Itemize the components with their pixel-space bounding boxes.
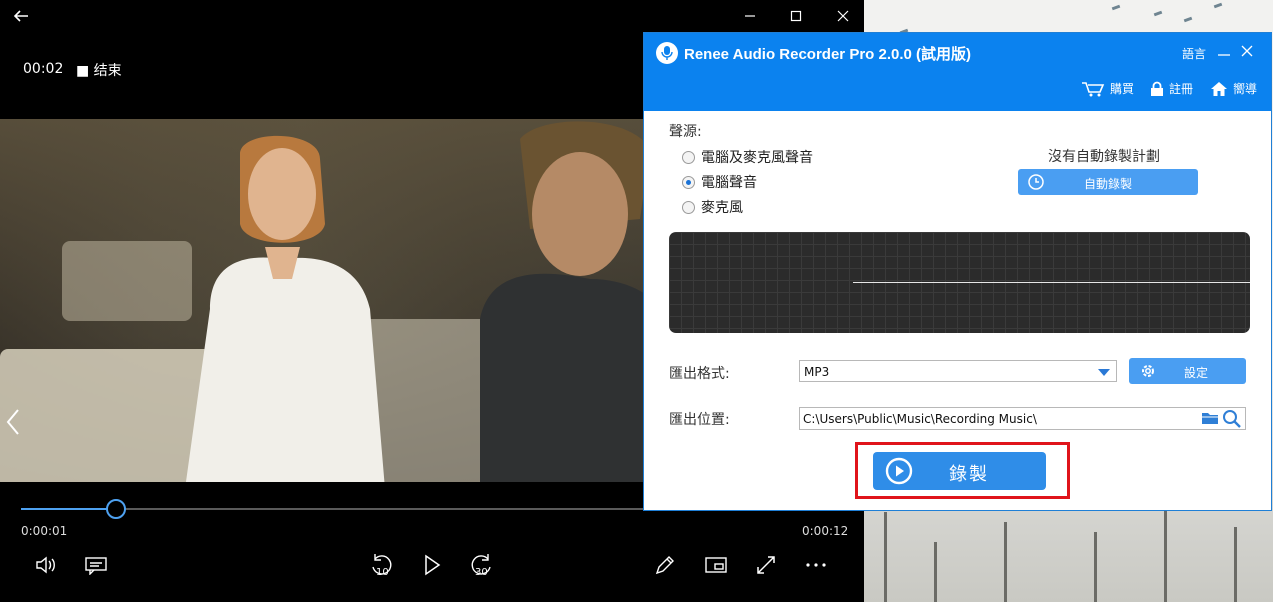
skip-back-icon[interactable]: 10 — [366, 550, 396, 580]
app-title: Renee Audio Recorder Pro 2.0.0 (試用版) — [684, 46, 972, 63]
format-dropdown[interactable]: MP3 — [799, 360, 1117, 382]
location-label: 匯出位置: — [669, 412, 730, 428]
skip-back-seconds: 10 — [376, 567, 389, 578]
audio-recorder-window: Renee Audio Recorder Pro 2.0.0 (試用版) 語言 … — [643, 32, 1272, 511]
format-label: 匯出格式: — [669, 366, 730, 382]
maximize-button[interactable] — [784, 4, 808, 28]
output-path-input[interactable] — [803, 410, 1193, 427]
waveform-display — [669, 232, 1250, 333]
wallpaper-grass — [884, 512, 887, 602]
auto-record-label: 自動錄製 — [1083, 177, 1132, 191]
current-time: 0:00:01 — [21, 524, 68, 538]
source-option-computer-and-mic[interactable]: 電腦及麥克風聲音 — [682, 147, 813, 167]
wallpaper-grass — [1164, 507, 1167, 602]
volume-icon[interactable] — [31, 550, 61, 580]
more-options-icon[interactable] — [801, 550, 831, 580]
home-icon — [1211, 81, 1227, 96]
skip-forward-seconds: 30 — [475, 567, 488, 578]
recorder-header: Renee Audio Recorder Pro 2.0.0 (試用版) 語言 … — [644, 33, 1271, 111]
previous-chevron-icon[interactable] — [2, 404, 24, 440]
buy-link[interactable]: 購買 — [1081, 80, 1134, 97]
auto-record-button[interactable]: 自動錄製 — [1018, 169, 1198, 195]
format-value: MP3 — [804, 365, 830, 379]
guide-label: 嚮導 — [1233, 82, 1258, 96]
wallpaper-bird — [1213, 2, 1223, 9]
wallpaper-bird — [1183, 16, 1193, 23]
wallpaper-bird — [1111, 4, 1121, 11]
stop-recording-button[interactable]: ■ 结束 — [76, 60, 122, 80]
back-arrow-icon[interactable] — [9, 4, 33, 28]
microphone-logo-icon — [656, 42, 678, 64]
search-icon[interactable] — [1222, 409, 1242, 429]
play-icon[interactable] — [417, 550, 447, 580]
seek-bar-fill — [21, 508, 117, 510]
gear-icon — [1142, 365, 1154, 377]
source-option-label: 電腦聲音 — [701, 175, 757, 191]
edit-pencil-icon[interactable] — [650, 550, 680, 580]
recording-timer: 00:02 — [23, 61, 64, 77]
close-button[interactable] — [831, 4, 855, 28]
guide-link[interactable]: 嚮導 — [1210, 80, 1257, 97]
waveform-signal-line — [853, 282, 1250, 283]
source-option-computer[interactable]: 電腦聲音 — [682, 172, 757, 192]
folder-icon[interactable] — [1201, 410, 1219, 426]
minimize-button[interactable] — [738, 4, 762, 28]
wallpaper-grass — [1094, 532, 1097, 602]
subtitles-icon[interactable] — [81, 550, 111, 580]
source-option-label: 麥克風 — [701, 200, 743, 216]
buy-label: 購買 — [1110, 82, 1135, 96]
record-label: 錄製 — [949, 464, 989, 485]
register-link[interactable]: 註冊 — [1150, 80, 1193, 97]
radio-button[interactable] — [682, 200, 695, 214]
cart-icon — [1082, 81, 1105, 96]
minimize-icon[interactable] — [1216, 41, 1232, 61]
register-label: 註冊 — [1169, 82, 1194, 96]
wallpaper-grass — [1234, 527, 1237, 602]
fullscreen-icon[interactable] — [751, 550, 781, 580]
settings-button[interactable]: 設定 — [1129, 358, 1246, 384]
skip-forward-icon[interactable]: 30 — [467, 550, 497, 580]
wallpaper-grass — [1004, 522, 1007, 602]
lock-icon — [1151, 81, 1163, 96]
schedule-status: 沒有自動錄製計劃 — [1048, 149, 1160, 165]
radio-button[interactable] — [682, 150, 695, 164]
dropdown-arrow-icon — [1098, 369, 1110, 376]
output-path-field[interactable] — [799, 407, 1246, 430]
source-label: 聲源: — [669, 124, 702, 140]
settings-label: 設定 — [1184, 366, 1209, 380]
seek-bar-thumb[interactable] — [106, 499, 127, 519]
woman-figure — [185, 135, 385, 482]
source-option-label: 電腦及麥克風聲音 — [701, 150, 813, 166]
language-button[interactable]: 語言 — [1182, 45, 1206, 62]
radio-button-selected[interactable] — [682, 175, 695, 189]
close-icon[interactable] — [1239, 43, 1255, 59]
mini-view-icon[interactable] — [701, 550, 731, 580]
wallpaper-grass — [934, 542, 937, 602]
play-circle-icon — [885, 457, 913, 485]
total-duration: 0:00:12 — [802, 524, 849, 538]
source-option-microphone[interactable]: 麥克風 — [682, 197, 743, 217]
record-button[interactable]: 錄製 — [873, 452, 1046, 490]
wallpaper-bird — [1153, 10, 1163, 17]
